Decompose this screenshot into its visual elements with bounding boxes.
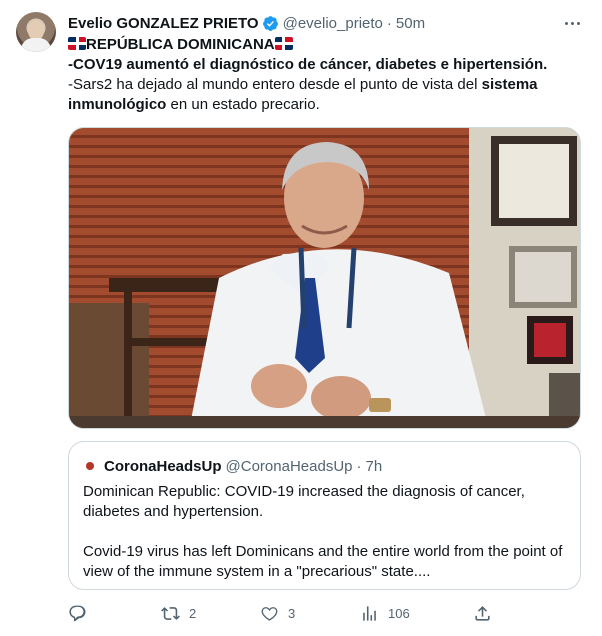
share-icon [475, 605, 490, 621]
doctor-photo [69, 128, 580, 428]
retweet-icon [161, 606, 180, 620]
quoted-paragraph: Covid-19 virus has left Dominicans and t… [83, 543, 563, 580]
tweet-line-headline: -COV19 aumentó el diagnóstico de cáncer,… [68, 56, 548, 73]
timestamp[interactable]: 50m [396, 15, 425, 32]
dominican-flag-icon [274, 37, 293, 50]
tweet-line-body: -Sars2 ha dejado al mundo entero desde e… [68, 76, 482, 93]
avatar[interactable] [16, 12, 56, 52]
quoted-timestamp: 7h [365, 457, 383, 475]
reply-icon [69, 605, 86, 621]
retweet-count: 2 [189, 605, 197, 621]
separator-dot: · [356, 457, 362, 475]
tweet-text: REPÚBLICA DOMINICANA -COV19 aumentó el d… [68, 35, 588, 115]
quoted-tweet[interactable]: CoronaHeadsUp @CoronaHeadsUp · 7h Domini… [68, 441, 581, 590]
tweet-line-country: REPÚBLICA DOMINICANA [86, 36, 275, 53]
dominican-flag-icon [68, 37, 86, 50]
quoted-display-name: CoronaHeadsUp [104, 457, 222, 475]
heart-icon [261, 606, 278, 621]
quoted-text: Dominican Republic: COVID-19 increased t… [83, 482, 573, 582]
retweet-button[interactable]: 2 [161, 600, 196, 626]
views-button[interactable]: 106 [360, 600, 410, 626]
verified-badge-icon [262, 15, 278, 31]
quoted-paragraph: Dominican Republic: COVID-19 increased t… [83, 483, 525, 520]
tweet[interactable]: Evelio GONZALEZ PRIETO @evelio_prieto · … [0, 0, 602, 636]
tweet-line-bold: inmunológico [68, 96, 167, 113]
tweet-line-bold: sistema [481, 76, 538, 93]
reply-button[interactable] [68, 600, 96, 626]
like-count: 3 [288, 605, 296, 621]
tweet-photo[interactable] [68, 127, 581, 429]
more-options-icon[interactable] [560, 12, 584, 34]
views-bar-chart-icon [363, 605, 376, 621]
tweet-header: Evelio GONZALEZ PRIETO @evelio_prieto · … [68, 13, 425, 33]
tweet-actions: 2 3 106 [68, 600, 498, 626]
quoted-handle: @CoronaHeadsUp [225, 457, 353, 475]
author-display-name[interactable]: Evelio GONZALEZ PRIETO [68, 15, 259, 32]
author-handle[interactable]: @evelio_prieto [283, 15, 383, 32]
like-button[interactable]: 3 [260, 600, 295, 626]
quoted-tweet-header: CoronaHeadsUp @CoronaHeadsUp · 7h [83, 456, 382, 476]
views-count: 106 [388, 605, 410, 621]
tweet-line-body: en un estado precario. [166, 96, 320, 113]
share-button[interactable] [473, 600, 492, 626]
separator-dot: · [386, 14, 392, 32]
quoted-avatar [83, 459, 97, 473]
